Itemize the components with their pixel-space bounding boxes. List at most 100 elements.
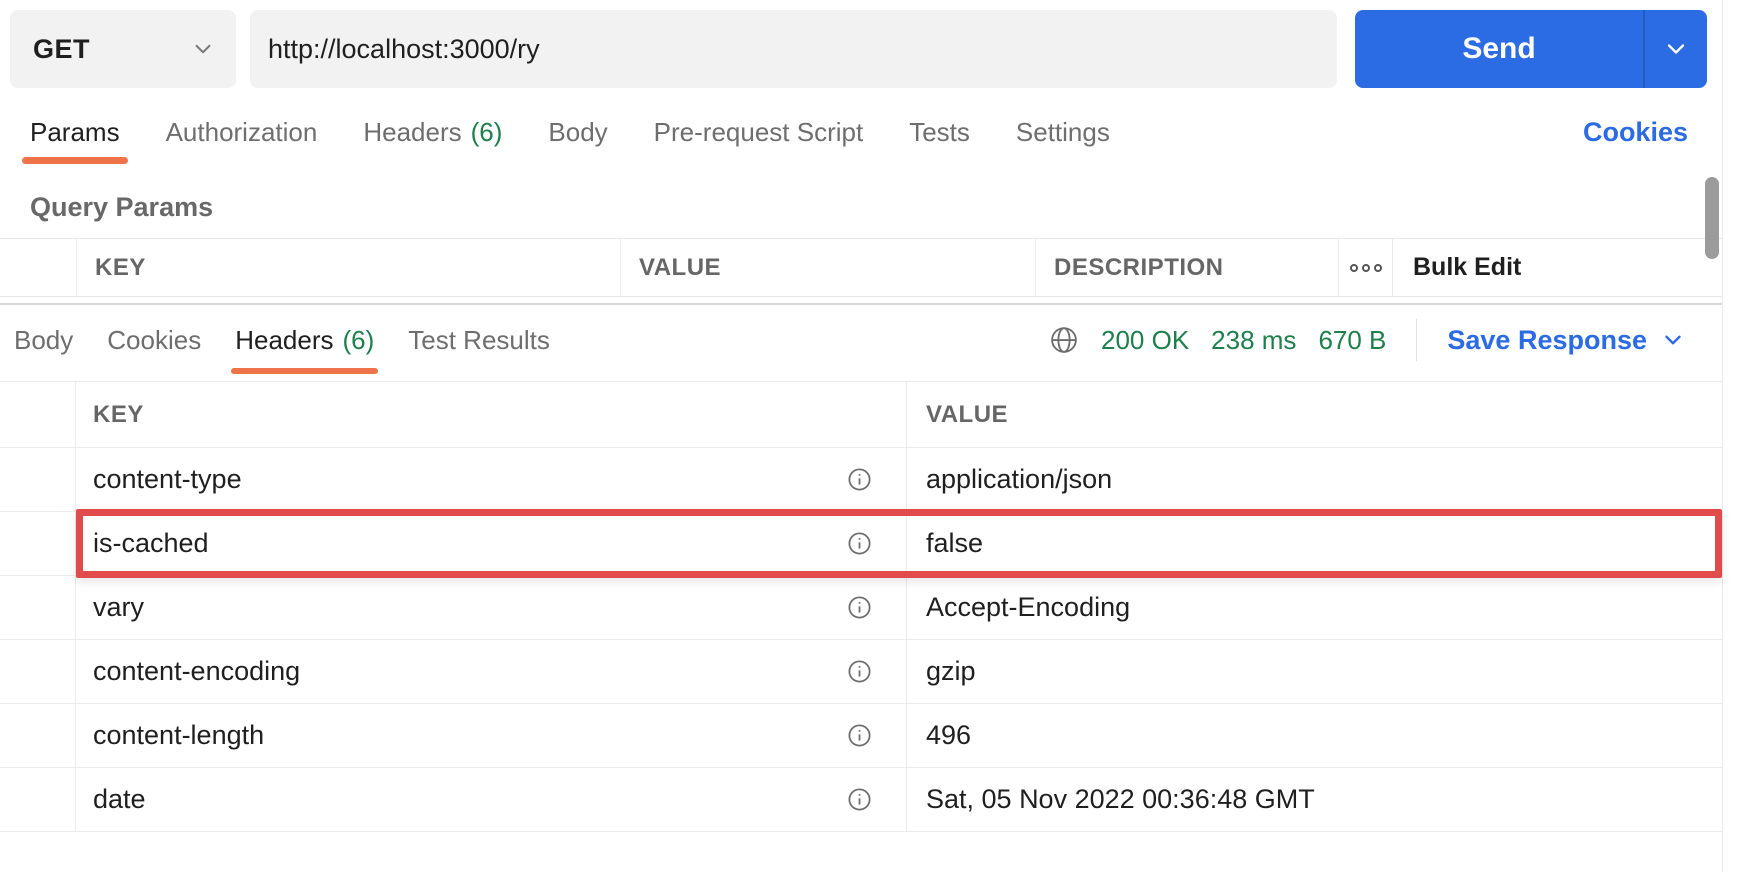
row-gutter: [0, 640, 76, 703]
info-icon[interactable]: [846, 466, 873, 493]
column-label: DESCRIPTION: [1054, 254, 1224, 282]
bulk-edit-button[interactable]: Bulk Edit: [1392, 239, 1722, 296]
table-row: content-length 496: [0, 704, 1722, 768]
tab-label: Headers: [363, 117, 461, 148]
query-params-title: Query Params: [30, 192, 213, 223]
save-response-label: Save Response: [1447, 325, 1647, 356]
tab-label: Body: [548, 117, 607, 148]
tab-params[interactable]: Params: [30, 88, 120, 176]
network-globe-icon[interactable]: [1049, 325, 1079, 355]
header-value: Accept-Encoding: [926, 592, 1130, 623]
request-url-bar: GET Send: [0, 0, 1722, 88]
header-value: Sat, 05 Nov 2022 00:36:48 GMT: [926, 784, 1315, 815]
tab-tests[interactable]: Tests: [909, 88, 970, 176]
tab-label: Params: [30, 117, 120, 148]
row-gutter: [0, 704, 76, 767]
api-client-window: GET Send Params Authorization Headers (6): [0, 0, 1746, 872]
send-button[interactable]: Send: [1355, 10, 1707, 88]
qp-col-key: KEY: [76, 239, 620, 296]
row-gutter: [0, 512, 76, 575]
more-options-icon: [1362, 264, 1370, 272]
chevron-down-icon: [1660, 327, 1686, 353]
tab-label: Body: [14, 325, 73, 356]
status-code-badge: 200 OK: [1101, 325, 1189, 356]
header-key: vary: [93, 592, 144, 623]
row-gutter: [0, 382, 76, 447]
resp-tab-headers[interactable]: Headers (6): [235, 305, 374, 375]
response-time-badge: 238 ms: [1211, 325, 1296, 356]
meta-divider: [1416, 319, 1417, 361]
header-value: false: [926, 528, 983, 559]
tab-label: Tests: [909, 117, 970, 148]
scrollbar-thumb[interactable]: [1705, 177, 1719, 259]
tab-settings[interactable]: Settings: [1016, 88, 1110, 176]
more-options-icon: [1350, 264, 1358, 272]
resp-col-value: VALUE: [907, 401, 1722, 429]
table-row: content-encoding gzip: [0, 640, 1722, 704]
request-tabs: Params Authorization Headers (6) Body Pre…: [0, 88, 1722, 176]
response-tabs: Body Cookies Headers (6) Test Results 200…: [0, 305, 1722, 375]
header-key: content-type: [93, 464, 242, 495]
row-gutter: [0, 448, 76, 511]
response-headers-table: KEY VALUE content-type application/json …: [0, 381, 1722, 832]
send-label: Send: [1355, 32, 1643, 66]
method-select[interactable]: GET: [10, 10, 236, 88]
tab-count-badge: (6): [471, 117, 503, 148]
resp-tab-body[interactable]: Body: [14, 305, 73, 375]
url-field: [250, 10, 1337, 88]
column-label: KEY: [93, 401, 144, 429]
method-label: GET: [33, 34, 90, 65]
tab-authorization[interactable]: Authorization: [166, 88, 318, 176]
qp-col-value: VALUE: [620, 239, 1035, 296]
main-panel: GET Send Params Authorization Headers (6): [0, 0, 1723, 872]
tab-label: Settings: [1016, 117, 1110, 148]
tab-label: Headers: [235, 325, 333, 356]
tab-label: Authorization: [166, 117, 318, 148]
header-value: application/json: [926, 464, 1112, 495]
qp-col-description: DESCRIPTION: [1035, 239, 1338, 296]
header-key: content-encoding: [93, 656, 300, 687]
response-table-header-row: KEY VALUE: [0, 382, 1722, 448]
row-gutter: [0, 768, 76, 831]
header-key: content-length: [93, 720, 264, 751]
column-label: KEY: [95, 254, 146, 282]
tab-headers[interactable]: Headers (6): [363, 88, 502, 176]
info-icon[interactable]: [846, 722, 873, 749]
column-label: VALUE: [639, 254, 721, 282]
chevron-down-icon: [190, 36, 216, 62]
row-gutter: [0, 239, 76, 296]
info-icon[interactable]: [846, 530, 873, 557]
save-response-button[interactable]: Save Response: [1447, 325, 1686, 356]
tab-label: Pre-request Script: [654, 117, 864, 148]
resp-tab-cookies[interactable]: Cookies: [107, 305, 201, 375]
info-icon[interactable]: [846, 786, 873, 813]
response-meta: 200 OK 238 ms 670 B Save Response: [1049, 319, 1686, 361]
query-params-section: Query Params: [0, 176, 1722, 238]
header-key: is-cached: [93, 528, 209, 559]
cookies-link[interactable]: Cookies: [1583, 117, 1688, 148]
table-row: content-type application/json: [0, 448, 1722, 512]
tab-count-badge: (6): [342, 325, 374, 356]
table-row-highlighted: is-cached false: [0, 512, 1722, 576]
header-value: 496: [926, 720, 971, 751]
resp-tab-test-results[interactable]: Test Results: [408, 305, 550, 375]
header-value: gzip: [926, 656, 976, 687]
send-options-button[interactable]: [1645, 10, 1707, 88]
more-options-button[interactable]: [1338, 239, 1392, 296]
response-size-badge: 670 B: [1318, 325, 1386, 356]
tab-pre-request-script[interactable]: Pre-request Script: [654, 88, 864, 176]
tab-label: Cookies: [107, 325, 201, 356]
header-key: date: [93, 784, 146, 815]
query-params-header-row: KEY VALUE DESCRIPTION Bulk Edit: [0, 239, 1722, 297]
more-options-icon: [1374, 264, 1382, 272]
resp-col-key: KEY: [76, 382, 907, 447]
tab-label: Test Results: [408, 325, 550, 356]
row-gutter: [0, 576, 76, 639]
info-icon[interactable]: [846, 658, 873, 685]
table-row: date Sat, 05 Nov 2022 00:36:48 GMT: [0, 768, 1722, 832]
tab-body[interactable]: Body: [548, 88, 607, 176]
table-row: vary Accept-Encoding: [0, 576, 1722, 640]
info-icon[interactable]: [846, 594, 873, 621]
url-input[interactable]: [250, 10, 1337, 88]
query-params-table: KEY VALUE DESCRIPTION Bulk Edit: [0, 238, 1722, 297]
